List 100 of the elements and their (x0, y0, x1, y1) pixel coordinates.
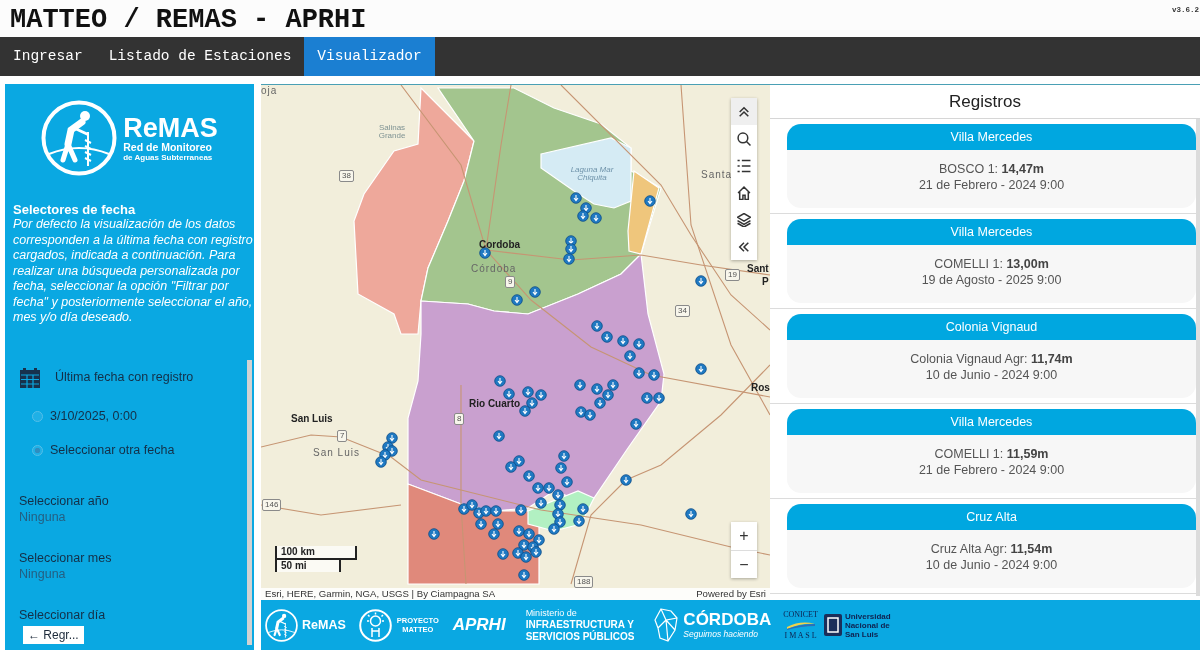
station-marker-icon[interactable] (526, 397, 538, 409)
swoosh-logo-icon (785, 620, 816, 630)
station-marker-icon[interactable] (653, 392, 665, 404)
station-marker-icon[interactable] (594, 397, 606, 409)
station-marker-icon[interactable] (565, 243, 577, 255)
station-marker-icon[interactable] (574, 379, 586, 391)
station-marker-icon[interactable] (479, 247, 491, 259)
station-marker-icon[interactable] (563, 253, 575, 265)
route-shield: 38 (339, 170, 354, 182)
expand-button[interactable] (731, 233, 757, 260)
station-marker-icon[interactable] (601, 331, 613, 343)
route-shield: 8 (454, 413, 465, 425)
station-marker-icon[interactable] (492, 518, 504, 530)
station-marker-icon[interactable] (494, 375, 506, 387)
zoom-in-button[interactable]: + (731, 522, 757, 550)
scrollbar[interactable] (1196, 119, 1200, 596)
logo-text: ReMAS (302, 616, 346, 634)
station-marker-icon[interactable] (590, 212, 602, 224)
select-field[interactable]: Ninguna (19, 508, 219, 527)
city-label: Ros (751, 383, 770, 393)
station-marker-icon[interactable] (515, 504, 527, 516)
station-marker-icon[interactable] (513, 525, 525, 537)
station-marker-icon[interactable] (428, 528, 440, 540)
station-marker-icon[interactable] (523, 470, 535, 482)
station-marker-icon[interactable] (488, 528, 500, 540)
station-marker-icon[interactable] (607, 379, 619, 391)
station-marker-icon[interactable] (695, 363, 707, 375)
logo-text: I M A S L (784, 631, 817, 640)
station-marker-icon[interactable] (530, 546, 542, 558)
route-shield: 7 (337, 430, 348, 442)
collapse-button[interactable] (731, 98, 757, 125)
station-marker-icon[interactable] (532, 482, 544, 494)
station-marker-icon[interactable] (552, 489, 564, 501)
station-marker-icon[interactable] (543, 482, 555, 494)
record-value-text: BOSCO 1: 14,47m (938, 162, 1045, 178)
station-marker-icon[interactable] (490, 505, 502, 517)
station-marker-icon[interactable] (695, 275, 707, 287)
city-label: Cordoba (479, 240, 521, 250)
station-marker-icon[interactable] (503, 388, 515, 400)
app-title: MATTEO / REMAS - APRHI (10, 4, 367, 37)
station-marker-icon[interactable] (523, 528, 535, 540)
station-header: Cruz Alta (787, 504, 1196, 530)
station-header: Villa Mercedes (787, 219, 1196, 245)
station-marker-icon[interactable] (511, 294, 523, 306)
record-date-text: 10 de Junio - 2024 9:00 (924, 367, 1059, 383)
back-button[interactable]: ← Regr... (23, 626, 84, 644)
route-shield: 34 (675, 305, 690, 317)
station-marker-icon[interactable] (602, 389, 614, 401)
city-label: San Luis (291, 414, 333, 424)
radio-button[interactable] (32, 410, 43, 422)
station-marker-icon[interactable] (548, 523, 560, 535)
city-label: Rio Cuarto (469, 399, 521, 409)
nav-tab[interactable]: Listado de Estaciones (95, 37, 305, 76)
station-marker-icon[interactable] (519, 405, 531, 417)
station-marker-icon[interactable] (493, 430, 505, 442)
station-marker-icon[interactable] (584, 409, 596, 421)
station-marker-icon[interactable] (577, 210, 589, 222)
station-marker-icon[interactable] (641, 392, 653, 404)
station-marker-icon[interactable] (535, 389, 547, 401)
station-marker-icon[interactable] (522, 386, 534, 398)
zoom-out-button[interactable]: − (731, 550, 757, 578)
station-marker-icon[interactable] (624, 350, 636, 362)
radio-button[interactable] (32, 444, 43, 456)
nav-tab[interactable]: Ingresar (0, 37, 96, 76)
station-marker-icon[interactable] (558, 450, 570, 462)
slogan-text: Seguimos haciendo (683, 629, 760, 639)
station-marker-icon[interactable] (633, 367, 645, 379)
station-marker-icon[interactable] (518, 569, 530, 581)
station-marker-icon[interactable] (475, 518, 487, 530)
record-value-text: COMELLI 1: 11,59m (933, 447, 1050, 463)
station-marker-icon[interactable] (375, 456, 387, 468)
station-marker-icon[interactable] (520, 551, 532, 563)
station-marker-icon[interactable] (561, 476, 573, 488)
logo-text: CONICET (783, 610, 818, 619)
station-marker-icon[interactable] (633, 338, 645, 350)
select-field[interactable]: Ninguna (19, 565, 219, 584)
station-marker-icon[interactable] (480, 505, 492, 517)
station-marker-icon[interactable] (648, 369, 660, 381)
station-marker-icon[interactable] (591, 320, 603, 332)
station-marker-icon[interactable] (505, 461, 517, 473)
station-marker-icon[interactable] (644, 195, 656, 207)
nav-tab[interactable]: Visualizador (304, 37, 435, 76)
logo-text: Universidad Nacional de San Luis (844, 611, 891, 639)
station-marker-icon[interactable] (513, 455, 525, 467)
double-chevron-left-icon (737, 239, 751, 254)
station-marker-icon[interactable] (630, 418, 642, 430)
option-label: 3/10/2025, 0:00 (50, 407, 137, 425)
station-marker-icon[interactable] (591, 383, 603, 395)
record-value-text: Cruz Alta Agr: 11,54m (929, 542, 1054, 558)
station-marker-icon[interactable] (497, 548, 509, 560)
station-marker-icon[interactable] (685, 508, 697, 520)
station-marker-icon[interactable] (529, 286, 541, 298)
station-marker-icon[interactable] (466, 499, 478, 511)
station-marker-icon[interactable] (555, 462, 567, 474)
search-button[interactable] (731, 125, 757, 152)
record-date-text: 21 de Febrero - 2024 9:00 (917, 462, 1066, 478)
station-marker-icon[interactable] (617, 335, 629, 347)
scrollbar[interactable] (247, 359, 252, 645)
station-marker-icon[interactable] (570, 192, 582, 204)
station-marker-icon[interactable] (535, 497, 547, 509)
